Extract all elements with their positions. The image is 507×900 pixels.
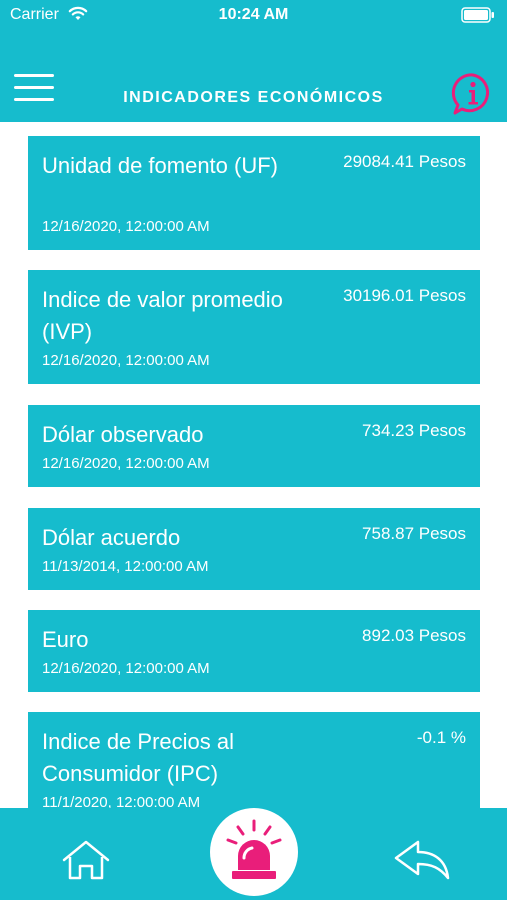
indicator-card-dolar-observado[interactable]: Dólar observado 734.23 Pesos 12/16/2020,… bbox=[28, 405, 480, 487]
indicator-value: 30196.01 Pesos bbox=[343, 286, 466, 305]
indicator-value: 734.23 Pesos bbox=[362, 421, 466, 440]
indicator-value: 29084.41 Pesos bbox=[343, 152, 466, 171]
indicator-name: Dólar observado bbox=[42, 422, 204, 447]
back-arrow-icon[interactable] bbox=[392, 838, 452, 882]
indicator-name: Unidad de fomento (UF) bbox=[42, 153, 278, 178]
indicator-date: 12/16/2020, 12:00:00 AM bbox=[42, 660, 210, 677]
indicator-card-ivp[interactable]: Indice de valor promedio (IVP) 30196.01 … bbox=[28, 270, 480, 384]
indicator-value: -0.1 % bbox=[416, 728, 466, 747]
siren-icon bbox=[226, 819, 282, 879]
clock-time: 10:24 AM bbox=[218, 6, 289, 23]
status-bar: Carrier 10:24 AM bbox=[0, 0, 507, 32]
indicator-card-euro[interactable]: Euro 892.03 Pesos 12/16/2020, 12:00:00 A… bbox=[28, 610, 480, 692]
indicator-name: Euro bbox=[42, 627, 89, 652]
indicator-card-uf[interactable]: Unidad de fomento (UF) 29084.41 Pesos 12… bbox=[28, 136, 480, 250]
indicator-value: 892.03 Pesos bbox=[362, 626, 466, 645]
info-chat-icon[interactable] bbox=[451, 72, 495, 116]
bottom-tab-bar bbox=[0, 808, 507, 900]
home-icon[interactable] bbox=[60, 838, 112, 882]
indicator-date: 12/16/2020, 12:00:00 AM bbox=[42, 455, 210, 472]
indicator-name: Indice de valor promedio (IVP) bbox=[42, 287, 283, 344]
page-title: INDICADORES ECONÓMICOS bbox=[123, 89, 384, 106]
battery-icon bbox=[461, 7, 494, 23]
indicator-card-ipc[interactable]: Indice de Precios al Consumidor (IPC) -0… bbox=[28, 712, 480, 808]
indicator-date: 11/1/2020, 12:00:00 AM bbox=[42, 794, 201, 808]
indicator-date: 12/16/2020, 12:00:00 AM bbox=[42, 352, 210, 369]
indicator-name: Dólar acuerdo bbox=[42, 525, 181, 550]
indicator-name: Indice de Precios al Consumidor (IPC) bbox=[42, 729, 234, 786]
indicator-list[interactable]: Unidad de fomento (UF) 29084.41 Pesos 12… bbox=[0, 122, 507, 808]
indicator-card-dolar-acuerdo[interactable]: Dólar acuerdo 758.87 Pesos 11/13/2014, 1… bbox=[28, 508, 480, 590]
alarm-button[interactable] bbox=[210, 808, 298, 896]
app-header: Carrier 10:24 AM INDICADORES ECONÓMICOS bbox=[0, 0, 507, 122]
indicator-date: 11/13/2014, 12:00:00 AM bbox=[42, 558, 209, 575]
indicator-value: 758.87 Pesos bbox=[362, 524, 466, 543]
indicator-date: 12/16/2020, 12:00:00 AM bbox=[42, 218, 210, 235]
